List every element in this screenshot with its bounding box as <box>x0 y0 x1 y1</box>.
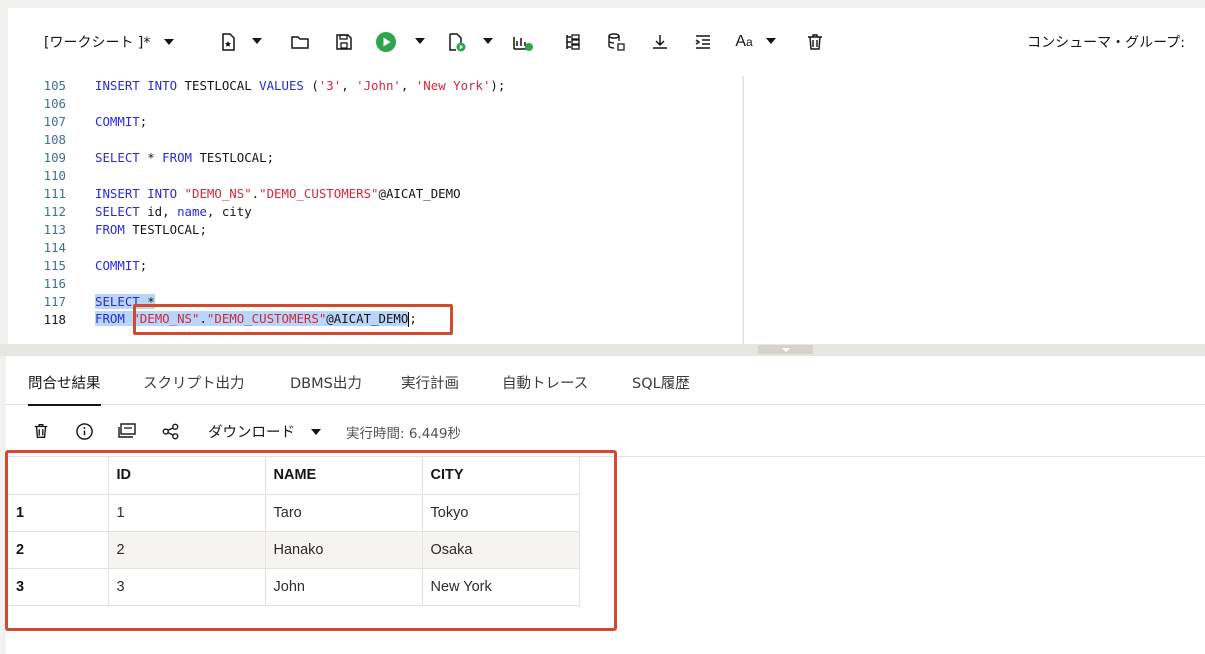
format-button[interactable] <box>691 30 715 54</box>
open-button[interactable] <box>288 30 312 54</box>
chevron-down-icon[interactable] <box>766 38 776 44</box>
code-line-114: 114 <box>8 238 742 256</box>
chevron-down-icon[interactable] <box>415 38 425 44</box>
highlight-box-code <box>133 304 453 335</box>
share-icon <box>162 423 178 439</box>
share-button[interactable] <box>159 420 181 442</box>
new-file-button[interactable] <box>216 30 240 54</box>
highlight-box-results <box>5 450 617 631</box>
editor-side-panel <box>743 76 1205 344</box>
code-line-105: 105 INSERT INTO TESTLOCAL VALUES ('3', '… <box>8 76 742 94</box>
tab-dbms-output[interactable]: DBMS出力 <box>290 372 362 394</box>
code-line-112: 112 SELECT id, name, city <box>8 202 742 220</box>
line-number: 107 <box>43 113 66 129</box>
autotrace-icon <box>566 34 580 50</box>
open-folder-icon <box>291 36 309 49</box>
results-tabs: 問合せ結果 スクリプト出力 DBMS出力 実行計画 自動トレース SQL履歴 <box>6 356 1205 406</box>
code-line-110: 110 <box>8 166 742 184</box>
code-line-106: 106 <box>8 94 742 112</box>
record-view-icon <box>118 423 136 438</box>
worksheet-toolbar: [ワークシート ]* Aa コンシューマ・グループ: <box>8 8 1205 76</box>
new-file-icon <box>222 33 235 51</box>
line-number: 118 <box>43 311 66 327</box>
line-number: 113 <box>43 221 66 237</box>
line-number: 112 <box>43 203 66 219</box>
clear-results-button[interactable] <box>30 420 52 442</box>
code-text: INSERT INTO "DEMO_NS"."DEMO_CUSTOMERS"@A… <box>95 185 461 201</box>
worksheet-selector[interactable]: [ワークシート ]* <box>44 30 175 54</box>
code-line-116: 116 <box>8 274 742 292</box>
line-number: 117 <box>43 293 66 309</box>
line-number: 114 <box>43 239 66 255</box>
download-label: ダウンロード <box>208 425 295 441</box>
run-statement-button[interactable] <box>374 30 398 54</box>
execution-time: 実行時間: 6.449秒 <box>346 426 461 442</box>
line-number: 106 <box>43 95 66 111</box>
save-icon <box>336 34 352 50</box>
tab-autotrace[interactable]: 自動トレース <box>502 372 588 394</box>
save-button[interactable] <box>332 30 356 54</box>
code-text: SELECT id, name, city <box>95 203 252 219</box>
chevron-down-icon <box>781 347 790 352</box>
chevron-down-icon[interactable] <box>483 38 493 44</box>
chevron-down-icon[interactable] <box>252 38 262 44</box>
tab-sql-history[interactable]: SQL履歴 <box>632 372 690 394</box>
run-script-icon <box>449 33 466 52</box>
line-number: 110 <box>43 167 66 183</box>
line-number: 116 <box>43 275 66 291</box>
database-button[interactable] <box>604 30 628 54</box>
code-text: SELECT * FROM TESTLOCAL; <box>95 149 275 165</box>
line-number: 115 <box>43 257 66 273</box>
line-number: 109 <box>43 149 66 165</box>
explain-plan-icon <box>513 37 533 51</box>
consumer-group-label: コンシューマ・グループ: <box>1027 35 1185 51</box>
clear-button[interactable] <box>803 30 827 54</box>
explain-plan-button[interactable] <box>511 30 535 54</box>
autotrace-button[interactable] <box>561 30 585 54</box>
code-line-107: 107 COMMIT; <box>8 112 742 130</box>
font-case-button[interactable]: Aa <box>730 30 758 54</box>
line-number: 108 <box>43 131 66 147</box>
code-line-108: 108 <box>8 130 742 148</box>
chevron-down-icon <box>311 428 321 435</box>
trash-icon <box>34 424 48 438</box>
download-button[interactable] <box>648 30 672 54</box>
code-text: INSERT INTO TESTLOCAL VALUES ('3', 'John… <box>95 77 506 93</box>
chevron-down-icon <box>164 39 175 45</box>
code-text: COMMIT; <box>95 257 148 273</box>
run-icon <box>376 32 396 52</box>
panel-splitter[interactable] <box>0 344 1205 356</box>
format-icon <box>695 35 710 49</box>
run-script-button[interactable] <box>444 30 468 54</box>
info-icon <box>75 422 93 440</box>
code-text: COMMIT; <box>95 113 148 129</box>
line-number: 105 <box>43 77 66 93</box>
single-record-view-button[interactable] <box>116 420 138 442</box>
tab-script-output[interactable]: スクリプト出力 <box>143 372 245 394</box>
info-button[interactable] <box>73 420 95 442</box>
worksheet-label: [ワークシート ]* <box>44 35 151 51</box>
code-line-109: 109 SELECT * FROM TESTLOCAL; <box>8 148 742 166</box>
tab-query-result[interactable]: 問合せ結果 <box>28 372 101 406</box>
code-line-111: 111 INSERT INTO "DEMO_NS"."DEMO_CUSTOMER… <box>8 184 742 202</box>
font-case-icon: Aa <box>735 33 753 50</box>
code-line-115: 115 COMMIT; <box>8 256 742 274</box>
download-dropdown[interactable]: ダウンロード <box>208 421 321 442</box>
splitter-handle[interactable] <box>758 345 813 354</box>
tab-explain-plan[interactable]: 実行計画 <box>401 372 459 394</box>
line-number: 111 <box>43 185 66 201</box>
code-text: FROM TESTLOCAL; <box>95 221 207 237</box>
code-line-113: 113 FROM TESTLOCAL; <box>8 220 742 238</box>
download-icon <box>653 35 667 49</box>
database-icon <box>608 33 625 51</box>
trash-icon <box>808 34 822 50</box>
